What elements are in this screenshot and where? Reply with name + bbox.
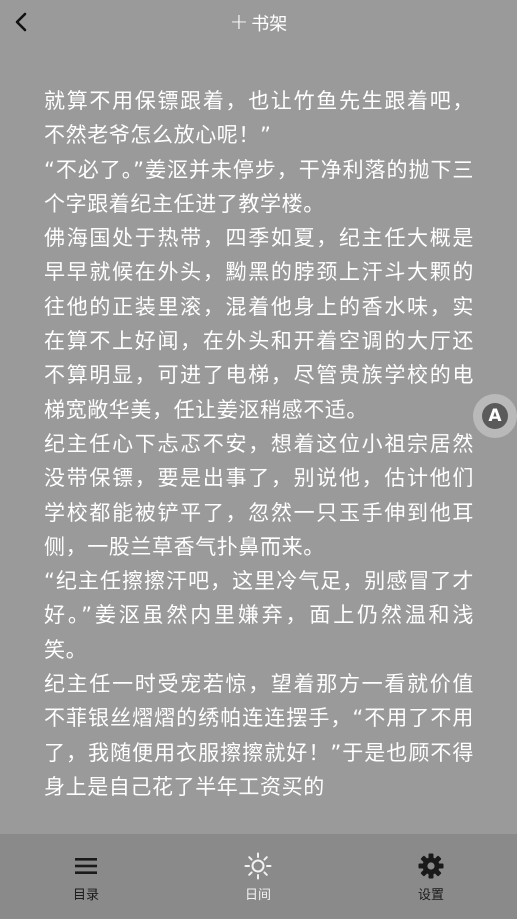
chevron-left-icon [15, 12, 27, 32]
menu-icon [75, 858, 97, 874]
reader-bottom-bar: 目录 日间 设置 [0, 834, 517, 919]
plus-icon: + [229, 10, 249, 35]
tab-label: 设置 [417, 888, 444, 903]
content-paragraph: “纪主任擦擦汗吧，这里冷气足，别感冒了才好。”姜沤虽然内里嫌弃，面上仍然温和浅笑… [44, 569, 474, 662]
content-paragraph: “不必了。”姜沤并未停步，干净利落的抛下三个字跟着纪主任进了教学楼。 [44, 157, 474, 216]
tab-label: 日间 [244, 888, 271, 903]
tab-label: 目录 [72, 888, 99, 903]
sun-icon [244, 852, 272, 880]
content-paragraph: 纪主任一时受宠若惊，望着那方一看就价值不菲银丝熠熠的绣帕连连摆手，“不用了不用了… [44, 672, 474, 799]
back-button[interactable] [8, 8, 36, 36]
content-paragraph: 就算不用保镖跟着，也让竹鱼先生跟着吧，不然老爷怎么放心呢！” [44, 89, 474, 148]
font-toggle-button[interactable]: A [473, 394, 517, 438]
tab-settings[interactable]: 设置 [386, 852, 476, 903]
tab-day-mode[interactable]: 日间 [213, 852, 303, 903]
add-to-bookshelf-button[interactable]: + 书架 [230, 10, 287, 36]
font-a-icon: A [482, 403, 508, 429]
gear-icon [418, 853, 444, 879]
reader-top-bar: + 书架 [0, 0, 517, 44]
content-paragraph: 纪主任心下忐忑不安，想着这位小祖宗居然没带保镖，要是出事了，别说他，估计他们学校… [44, 431, 474, 559]
tab-table-of-contents[interactable]: 目录 [41, 852, 131, 903]
bookshelf-label: 书架 [251, 14, 288, 35]
reading-content[interactable]: 就算不用保镖跟着，也让竹鱼先生跟着吧，不然老爷怎么放心呢！” “不必了。”姜沤并… [44, 84, 474, 834]
content-paragraph: 佛海国处于热带，四季如夏，纪主任大概是早早就候在外头，黝黑的脖颈上汗斗大颗的往他… [44, 226, 474, 422]
